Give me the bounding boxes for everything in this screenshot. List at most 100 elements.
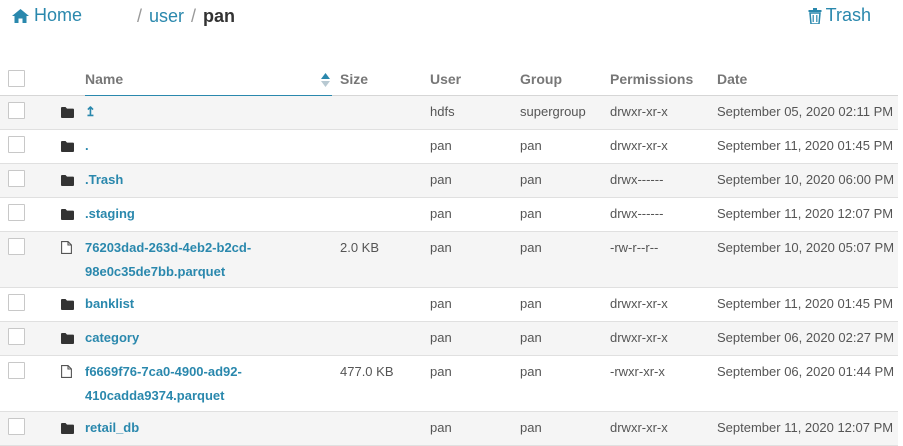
folder-icon: [61, 170, 75, 194]
column-header-date[interactable]: Date: [717, 62, 898, 96]
row-name-cell: banklist: [85, 287, 332, 322]
folder-link[interactable]: category: [85, 330, 139, 345]
row-size: [332, 197, 430, 232]
column-header-name-label: Name: [85, 70, 124, 87]
folder-link[interactable]: .staging: [85, 206, 135, 221]
row-permissions: drwxr-xr-x: [610, 95, 717, 130]
select-all-checkbox[interactable]: [8, 70, 25, 87]
row-group: pan: [520, 355, 610, 412]
row-checkbox[interactable]: [8, 136, 25, 153]
table-row[interactable]: 76203dad-263d-4eb2-b2cd-98e0c35de7bb.par…: [0, 231, 898, 288]
row-group: pan: [520, 231, 610, 288]
row-icon-cell: [42, 197, 85, 232]
row-size: [332, 163, 430, 198]
row-group: pan: [520, 287, 610, 322]
file-icon: [61, 362, 75, 386]
row-checkbox[interactable]: [8, 204, 25, 221]
row-date: September 10, 2020 05:07 PM: [717, 231, 898, 288]
row-user: hdfs: [430, 95, 520, 130]
folder-link[interactable]: .Trash: [85, 172, 123, 187]
file-link[interactable]: f6669f76-7ca0-4900-ad92-410cadda9374.par…: [85, 364, 242, 403]
table-row[interactable]: category pan pan drwxr-xr-x September 06, 20…: [0, 321, 898, 356]
column-header-name[interactable]: Name: [85, 62, 332, 96]
trash-label: Trash: [825, 5, 871, 25]
file-icon: [61, 238, 75, 262]
row-icon-cell: [42, 231, 85, 288]
breadcrumb-pan: pan: [203, 6, 236, 26]
row-user: pan: [430, 163, 520, 198]
table-row[interactable]: ↥ hdfs supergroup drwxr-xr-x September 05, 2…: [0, 95, 898, 130]
type-column-header: [42, 62, 85, 96]
row-permissions: drwxr-xr-x: [610, 287, 717, 322]
home-icon: [12, 8, 29, 23]
trash-link[interactable]: Trash: [808, 5, 871, 26]
row-name-cell: ↥: [85, 95, 332, 130]
row-size: [332, 95, 430, 130]
row-user: pan: [430, 287, 520, 322]
row-icon-cell: [42, 287, 85, 322]
row-checkbox[interactable]: [8, 170, 25, 187]
trash-icon: [808, 7, 822, 24]
breadcrumb-user[interactable]: user: [149, 6, 184, 27]
table-row[interactable]: banklist pan pan drwxr-xr-x September 11, 20…: [0, 287, 898, 322]
column-header-user[interactable]: User: [430, 62, 520, 96]
row-size: [332, 129, 430, 164]
folder-link[interactable]: retail_db: [85, 420, 139, 435]
folder-link[interactable]: banklist: [85, 296, 134, 311]
row-checkbox[interactable]: [8, 238, 25, 255]
row-select-cell: [0, 231, 42, 288]
row-group: pan: [520, 321, 610, 356]
row-select-cell: [0, 287, 42, 322]
row-group: pan: [520, 129, 610, 164]
table-row[interactable]: f6669f76-7ca0-4900-ad92-410cadda9374.par…: [0, 355, 898, 412]
folder-link[interactable]: ↥: [85, 104, 96, 119]
home-link[interactable]: Home: [12, 5, 82, 26]
table-row[interactable]: .Trash pan pan drwx------ September 10, 2020…: [0, 163, 898, 198]
row-date: September 10, 2020 06:00 PM: [717, 163, 898, 198]
file-link[interactable]: 76203dad-263d-4eb2-b2cd-98e0c35de7bb.par…: [85, 240, 251, 279]
row-checkbox[interactable]: [8, 328, 25, 345]
row-size: [332, 287, 430, 322]
folder-icon: [61, 204, 75, 228]
row-date: September 11, 2020 01:45 PM: [717, 129, 898, 164]
row-date: September 11, 2020 12:07 PM: [717, 197, 898, 232]
column-header-size[interactable]: Size: [332, 62, 430, 96]
row-permissions: drwxr-xr-x: [610, 321, 717, 356]
select-all-header: [0, 62, 42, 96]
row-checkbox[interactable]: [8, 362, 25, 379]
row-checkbox[interactable]: [8, 102, 25, 119]
column-header-group[interactable]: Group: [520, 62, 610, 96]
top-bar: Home / user / pan Trash: [0, 0, 903, 40]
row-checkbox[interactable]: [8, 294, 25, 311]
sort-ascending-icon: [321, 72, 330, 87]
row-permissions: drwx------: [610, 197, 717, 232]
row-name-cell: 76203dad-263d-4eb2-b2cd-98e0c35de7bb.par…: [85, 231, 332, 288]
row-user: pan: [430, 197, 520, 232]
row-select-cell: [0, 197, 42, 232]
row-select-cell: [0, 129, 42, 164]
row-select-cell: [0, 163, 42, 198]
table-row[interactable]: .staging pan pan drwx------ September 11, 20…: [0, 197, 898, 232]
row-icon-cell: [42, 95, 85, 130]
breadcrumb-separator: /: [191, 6, 197, 26]
table-row[interactable]: . pan pan drwxr-xr-x September 11, 2020 01:4…: [0, 129, 898, 164]
row-size: 477.0 KB: [332, 355, 430, 412]
row-icon-cell: [42, 355, 85, 412]
row-name-cell: f6669f76-7ca0-4900-ad92-410cadda9374.par…: [85, 355, 332, 412]
row-permissions: -rwxr-xr-x: [610, 355, 717, 412]
row-name-cell: .Trash: [85, 163, 332, 198]
row-select-cell: [0, 95, 42, 130]
row-size: 2.0 KB: [332, 231, 430, 288]
row-permissions: drwx------: [610, 163, 717, 198]
home-label: Home: [34, 5, 83, 25]
table-header-row: Name Size User Group Permissions Date: [0, 62, 898, 96]
table-row[interactable]: retail_db pan pan drwxr-xr-x September 11, 2…: [0, 411, 898, 446]
folder-link[interactable]: .: [85, 138, 89, 153]
folder-icon: [61, 102, 75, 126]
row-name-cell: retail_db: [85, 411, 332, 446]
breadcrumb: / user / pan: [137, 6, 235, 27]
row-size: [332, 411, 430, 446]
column-header-permissions[interactable]: Permissions: [610, 62, 717, 96]
row-date: September 06, 2020 02:27 PM: [717, 321, 898, 356]
row-icon-cell: [42, 411, 85, 446]
